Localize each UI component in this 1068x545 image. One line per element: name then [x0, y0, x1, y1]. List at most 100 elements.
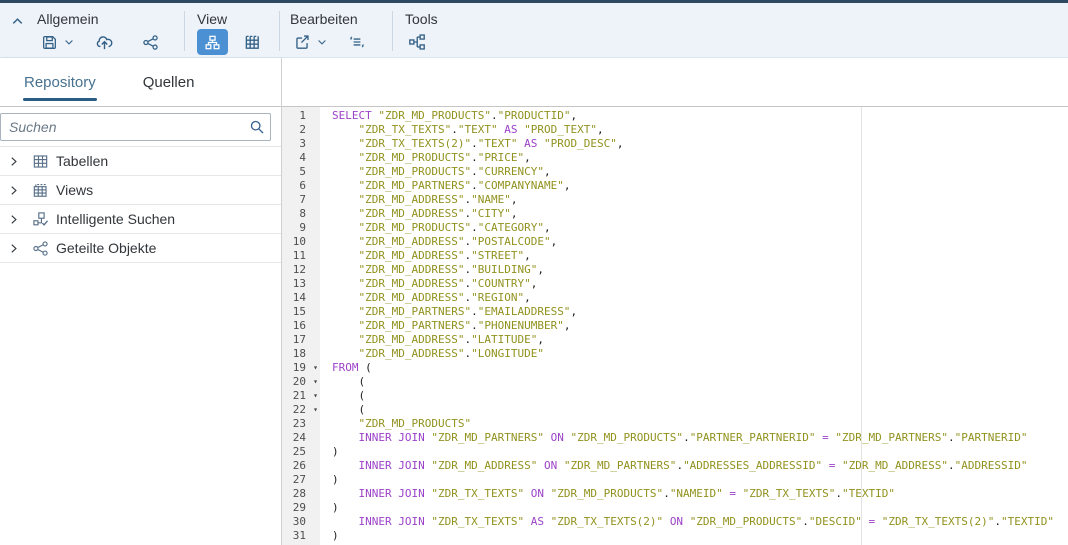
chevron-right-icon[interactable] — [0, 156, 26, 167]
code-line: ) — [332, 529, 339, 542]
save-icon — [41, 34, 58, 51]
smart-search-icon — [26, 211, 54, 228]
line-number: 1 — [299, 109, 306, 122]
code-line: SELECT "ZDR_MD_PRODUCTS"."PRODUCTID", — [332, 109, 578, 122]
code-line: "ZDR_MD_ADDRESS"."REGION", — [358, 291, 531, 304]
share-icon — [142, 34, 159, 51]
search-input[interactable] — [1, 119, 244, 135]
code-line: "ZDR_MD_ADDRESS"."COUNTRY", — [358, 277, 538, 290]
edit-statements-button[interactable] — [345, 29, 369, 55]
save-menu-button[interactable] — [61, 29, 76, 55]
export-button[interactable] — [290, 29, 314, 55]
code-line: INNER JOIN "ZDR_MD_ADDRESS" ON "ZDR_MD_P… — [358, 459, 1028, 472]
tree-item-label: Tabellen — [56, 153, 109, 169]
toolbar-group-label: View — [197, 11, 228, 27]
sidebar-item-geteilte-objekte[interactable]: Geteilte Objekte — [0, 234, 281, 263]
cloud-upload-icon — [95, 33, 114, 52]
toolbar-group-bearbeiten: Bearbeiten — [280, 3, 392, 57]
code-line: "ZDR_MD_PARTNERS"."EMAILADDRESS", — [358, 305, 578, 318]
line-number: 14 — [292, 291, 306, 304]
code-line: ( — [332, 403, 366, 416]
toolbar-group-label: Tools — [405, 11, 438, 27]
export-menu-button[interactable] — [314, 29, 329, 55]
code-line: "ZDR_MD_ADDRESS"."POSTALCODE", — [358, 235, 558, 248]
join-tool-button[interactable] — [405, 29, 429, 55]
print-margin-line — [861, 107, 862, 545]
share-icon — [26, 240, 54, 257]
toolbar-group-view: View — [185, 3, 279, 57]
sql-editor-panel: 1 2 3 4 5 6 7 8 9 10 11 12 13 14 15 16 17 18 19 ▾ 20 ▾ 21 ▾ 22 ▾ 2… — [282, 58, 1068, 545]
chevron-down-icon — [316, 36, 328, 48]
code-line: "ZDR_MD_ADDRESS"."STREET", — [358, 249, 531, 262]
sidebar-item-tabellen[interactable]: Tabellen — [0, 147, 281, 176]
code-line: "ZDR_MD_PRODUCTS"."PRICE", — [358, 151, 531, 164]
line-number: 28 — [292, 487, 306, 500]
line-number: 24 — [292, 431, 306, 444]
fold-toggle-icon[interactable]: ▾ — [313, 390, 318, 402]
export-icon — [293, 33, 311, 51]
sidebar-tabs: Repository Quellen — [0, 58, 281, 107]
diagram-view-button[interactable] — [197, 29, 228, 55]
line-number: 5 — [299, 165, 306, 178]
line-number: 8 — [299, 207, 306, 220]
edit-statements-icon — [348, 33, 366, 51]
line-number: 4 — [299, 151, 306, 164]
fold-toggle-icon[interactable]: ▾ — [313, 404, 318, 416]
chevron-down-icon — [63, 36, 75, 48]
sidebar-item-intelligente-suchen[interactable]: Intelligente Suchen — [0, 205, 281, 234]
code-line: "ZDR_MD_ADDRESS"."NAME", — [358, 193, 518, 206]
line-number: 2 — [299, 123, 306, 136]
data-preview-button[interactable] — [240, 29, 264, 55]
search-button[interactable] — [244, 119, 270, 135]
share-button[interactable] — [138, 29, 162, 55]
line-number: 9 — [299, 221, 306, 234]
line-number: 30 — [292, 515, 306, 528]
code-line: "ZDR_MD_PARTNERS"."COMPANYNAME", — [358, 179, 571, 192]
fold-toggle-icon[interactable]: ▾ — [313, 376, 318, 388]
fold-toggle-icon[interactable]: ▾ — [313, 362, 318, 374]
tree-item-label: Views — [56, 182, 94, 198]
line-number: 22 ▾ — [292, 403, 318, 416]
main-toolbar: Allgemein View Bearbeiten Tools — [0, 3, 1068, 58]
data-grid-icon — [243, 33, 261, 51]
line-number: 19 ▾ — [292, 361, 318, 374]
save-button[interactable] — [37, 29, 61, 55]
table-icon — [26, 153, 54, 170]
tree-item-label: Geteilte Objekte — [56, 240, 157, 256]
chevron-right-icon[interactable] — [0, 185, 26, 196]
sidebar-search — [0, 107, 281, 146]
code-line: "ZDR_MD_ADDRESS"."CITY", — [358, 207, 518, 220]
code-line: "ZDR_MD_PRODUCTS"."CATEGORY", — [358, 221, 551, 234]
collapse-toolbar-button[interactable] — [0, 3, 34, 57]
line-number: 7 — [299, 193, 306, 206]
code-line: "ZDR_TX_TEXTS(2)"."TEXT" AS "PROD_DESC", — [358, 137, 624, 150]
line-number: 27 — [292, 473, 306, 486]
line-number: 23 — [292, 417, 306, 430]
code-line: INNER JOIN "ZDR_TX_TEXTS" ON "ZDR_MD_PRO… — [358, 487, 896, 500]
code-line: INNER JOIN "ZDR_TX_TEXTS" AS "ZDR_TX_TEX… — [358, 515, 1054, 528]
line-number: 18 — [292, 347, 306, 360]
chevron-right-icon[interactable] — [0, 214, 26, 225]
chevron-right-icon[interactable] — [0, 243, 26, 254]
line-number: 17 — [292, 333, 306, 346]
code-line: ( — [332, 375, 366, 388]
tree-item-label: Intelligente Suchen — [56, 211, 176, 227]
tab-repository[interactable]: Repository — [23, 58, 97, 106]
tab-quellen[interactable]: Quellen — [143, 58, 195, 106]
code-line: ) — [332, 445, 339, 458]
editor-code[interactable]: SELECT "ZDR_MD_PRODUCTS"."PRODUCTID", "Z… — [320, 107, 1068, 545]
sidebar-item-views[interactable]: Views — [0, 176, 281, 205]
line-number: 20 ▾ — [292, 375, 318, 388]
join-combine-icon — [408, 33, 426, 51]
line-number: 15 — [292, 305, 306, 318]
code-line: "ZDR_MD_ADDRESS"."LATITUDE", — [358, 333, 544, 346]
toolbar-group-label: Allgemein — [37, 11, 99, 27]
line-number: 11 — [292, 249, 306, 262]
editor-header — [282, 58, 1068, 107]
code-line: "ZDR_MD_PRODUCTS" — [358, 417, 472, 430]
deploy-button[interactable] — [92, 29, 116, 55]
org-chart-icon — [204, 34, 221, 51]
code-line: ( — [332, 389, 366, 402]
code-editor[interactable]: 1 2 3 4 5 6 7 8 9 10 11 12 13 14 15 16 17 18 19 ▾ 20 ▾ 21 ▾ 22 ▾ 2… — [282, 107, 1068, 545]
toolbar-group-label: Bearbeiten — [290, 11, 358, 27]
